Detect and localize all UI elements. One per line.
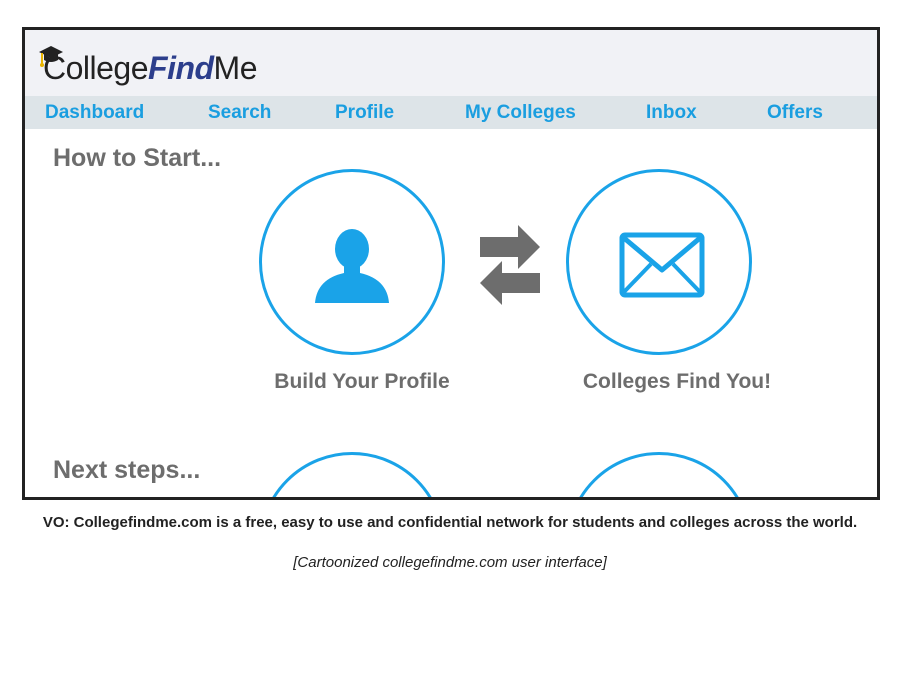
- logo-text: CollegeFindMe: [43, 50, 258, 87]
- caption-text: [Cartoonized collegefindme.com user inte…: [293, 554, 607, 571]
- next-step-circle-1[interactable]: [259, 452, 445, 497]
- nav-search[interactable]: Search: [208, 102, 271, 124]
- how-to-start-heading: How to Start...: [53, 144, 222, 172]
- nav-bar: Dashboard Search Profile My Colleges Inb…: [25, 96, 877, 129]
- next-step-circle-2[interactable]: [566, 452, 752, 497]
- user-icon: [315, 229, 389, 303]
- logo[interactable]: CollegeFindMe: [37, 44, 277, 90]
- nav-my-colleges[interactable]: My Colleges: [465, 102, 576, 124]
- build-profile-label: Build Your Profile: [274, 370, 450, 393]
- next-steps-heading: Next steps...: [53, 456, 201, 484]
- logo-find: Find: [148, 50, 214, 86]
- build-profile-circle[interactable]: [259, 169, 445, 355]
- nav-dashboard[interactable]: Dashboard: [45, 102, 144, 124]
- nav-profile[interactable]: Profile: [335, 102, 394, 124]
- header: CollegeFindMe: [25, 30, 877, 96]
- colleges-find-you-circle[interactable]: [566, 169, 752, 355]
- logo-me: Me: [213, 50, 258, 86]
- logo-college: College: [43, 50, 149, 86]
- colleges-find-you-label: Colleges Find You!: [582, 370, 772, 393]
- envelope-icon: [619, 232, 705, 298]
- nav-offers[interactable]: Offers: [767, 102, 823, 124]
- exchange-arrows-icon: [480, 225, 540, 305]
- voiceover-text: VO: Collegefindme.com is a free, easy to…: [42, 514, 858, 531]
- nav-inbox[interactable]: Inbox: [646, 102, 697, 124]
- app-screen: CollegeFindMe Dashboard Search Profile M…: [22, 27, 880, 500]
